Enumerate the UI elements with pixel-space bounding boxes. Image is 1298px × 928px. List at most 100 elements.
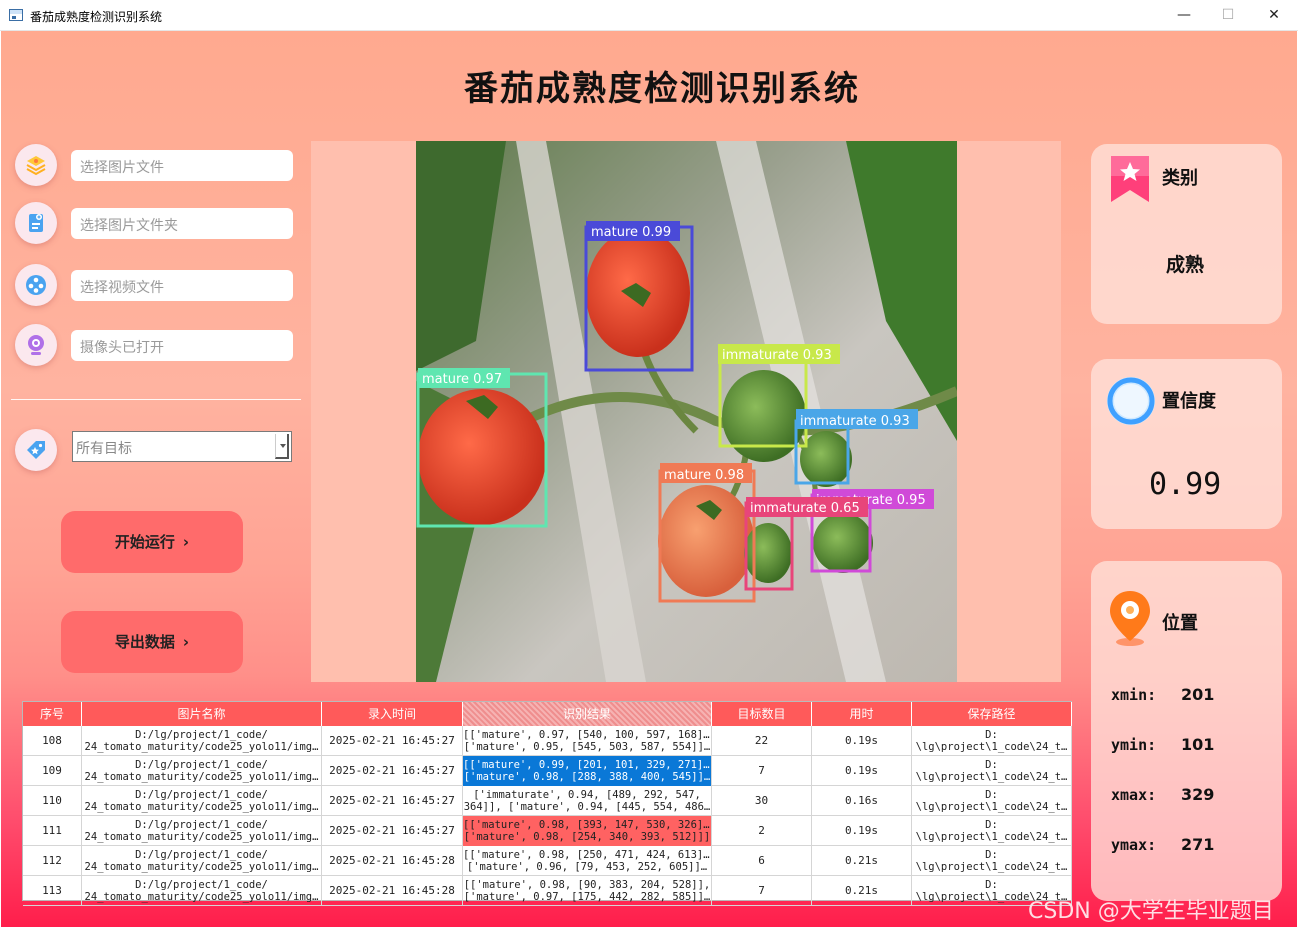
row-image-name[interactable]: D:/lg/project/1_code/24_tomato_maturity/… <box>82 756 322 786</box>
row-count[interactable]: 2 <box>712 816 812 846</box>
row-path[interactable]: D: \lg\project\1_code\24_t… <box>912 846 1072 876</box>
row-result[interactable]: [['mature', 0.99, [201, 101, 329, 271]],… <box>463 756 712 786</box>
close-button[interactable]: ✕ <box>1251 0 1297 30</box>
row-count[interactable]: 30 <box>712 786 812 816</box>
row-path[interactable]: D: \lg\project\1_code\24_t… <box>912 756 1072 786</box>
ymax-value: 271 <box>1181 835 1215 854</box>
row-path[interactable]: D: \lg\project\1_code\24_t… <box>912 726 1072 756</box>
maximize-button[interactable]: ☐ <box>1205 0 1251 30</box>
row-index[interactable]: 108 <box>23 726 82 756</box>
position-label: 位置 <box>1162 613 1198 634</box>
row-count[interactable]: 6 <box>712 846 812 876</box>
row-time[interactable]: 2025-02-21 16:45:27 <box>322 786 463 816</box>
column-header-time[interactable]: 录入时间 <box>322 702 463 726</box>
chevron-down-icon[interactable] <box>275 434 289 459</box>
row-image-name-line2: 24_tomato_maturity/code25_yolo11/img… <box>84 831 319 843</box>
row-path[interactable]: D: \lg\project\1_code\24_t… <box>912 816 1072 846</box>
results-table[interactable]: 序号 图片名称 录入时间 识别结果 目标数目 用时 保存路径 108 D:/lg/… <box>22 701 1072 906</box>
row-result[interactable]: [['mature', 0.98, [393, 147, 530, 326]],… <box>463 816 712 846</box>
row-elapsed[interactable]: 0.19s <box>812 816 912 846</box>
row-index[interactable]: 112 <box>23 846 82 876</box>
folder-icon[interactable] <box>15 202 57 244</box>
table-row[interactable]: 109 D:/lg/project/1_code/24_tomato_maturi… <box>23 756 1072 786</box>
row-time[interactable]: 2025-02-21 16:45:28 <box>322 846 463 876</box>
row-result[interactable]: [['mature', 0.98, [250, 471, 424, 613]],… <box>463 846 712 876</box>
row-image-name-line2: 24_tomato_maturity/code25_yolo11/img… <box>84 861 319 873</box>
det-label-1: mature 0.97 <box>422 372 502 387</box>
row-elapsed[interactable]: 0.21s <box>812 876 912 906</box>
row-count[interactable]: 22 <box>712 726 812 756</box>
row-time[interactable]: 2025-02-21 16:45:28 <box>322 876 463 906</box>
xmax-label: xmax: <box>1111 786 1157 804</box>
row-result[interactable]: [['mature', 0.97, [540, 100, 597, 168]],… <box>463 726 712 756</box>
table-row[interactable]: 111 D:/lg/project/1_code/24_tomato_maturi… <box>23 816 1072 846</box>
row-elapsed[interactable]: 0.21s <box>812 846 912 876</box>
row-image-name[interactable]: D:/lg/project/1_code/24_tomato_maturity/… <box>82 876 322 906</box>
app-window-icon <box>9 9 23 21</box>
column-header-path[interactable]: 保存路径 <box>912 702 1072 726</box>
confidence-value: 0.99 <box>1149 467 1222 502</box>
image-display-area: mature 0.99 mature 0.97 immaturate 0.93 … <box>311 141 1061 682</box>
row-index[interactable]: 111 <box>23 816 82 846</box>
row-result-line2: 364]], ['mature', 0.94, [445, 554, 486… <box>463 801 711 813</box>
column-header-index[interactable]: 序号 <box>23 702 82 726</box>
row-count[interactable]: 7 <box>712 876 812 906</box>
table-header: 序号 图片名称 录入时间 识别结果 目标数目 用时 保存路径 <box>23 702 1072 726</box>
bookmark-star-icon <box>1107 152 1153 210</box>
camera-field[interactable]: 摄像头已打开 <box>71 330 293 361</box>
row-index[interactable]: 110 <box>23 786 82 816</box>
det-label-4: mature 0.98 <box>664 468 744 483</box>
row-index[interactable]: 113 <box>23 876 82 906</box>
folder-field[interactable]: 选择图片文件夹 <box>71 208 293 239</box>
table-row[interactable]: 113 D:/lg/project/1_code/24_tomato_maturi… <box>23 876 1072 906</box>
row-image-name-line1: D:/lg/project/1_code/ <box>135 789 268 801</box>
confidence-card: 置信度 0.99 <box>1091 359 1282 529</box>
image-file-field[interactable]: 选择图片文件 <box>71 150 293 181</box>
row-result-line1: [['mature', 0.99, [201, 101, 329, 271]], <box>463 759 711 771</box>
row-image-name[interactable]: D:/lg/project/1_code/24_tomato_maturity/… <box>82 726 322 756</box>
row-image-name-line2: 24_tomato_maturity/code25_yolo11/img… <box>84 771 319 783</box>
video-icon[interactable] <box>15 264 57 306</box>
det-label-5: immaturate 0.65 <box>750 501 860 516</box>
column-header-result[interactable]: 识别结果 <box>463 702 712 726</box>
run-button-label: 开始运行 <box>114 533 175 551</box>
row-time[interactable]: 2025-02-21 16:45:27 <box>322 726 463 756</box>
row-result-line2: ['mature', 0.98, [288, 388, 400, 545]]… <box>463 771 711 783</box>
row-elapsed[interactable]: 0.16s <box>812 786 912 816</box>
row-image-name-line2: 24_tomato_maturity/code25_yolo11/img… <box>84 741 319 753</box>
row-elapsed[interactable]: 0.19s <box>812 726 912 756</box>
row-image-name[interactable]: D:/lg/project/1_code/24_tomato_maturity/… <box>82 786 322 816</box>
export-button[interactable]: 导出数据 › <box>61 611 243 673</box>
ring-icon <box>1103 373 1159 433</box>
camera-icon[interactable] <box>15 324 57 366</box>
image-file-icon[interactable] <box>15 144 57 186</box>
column-header-elapsed[interactable]: 用时 <box>812 702 912 726</box>
row-result[interactable]: ['immaturate', 0.94, [489, 292, 547, 364]… <box>463 786 712 816</box>
row-time[interactable]: 2025-02-21 16:45:27 <box>322 756 463 786</box>
tag-icon <box>15 429 57 471</box>
row-result-line2: ['mature', 0.96, [79, 453, 252, 605]]… <box>466 861 708 873</box>
category-value: 成熟 <box>1166 254 1205 276</box>
minimize-button[interactable]: — <box>1161 0 1207 30</box>
xmin-value: 201 <box>1181 685 1215 704</box>
row-elapsed[interactable]: 0.19s <box>812 756 912 786</box>
row-image-name-line1: D:/lg/project/1_code/ <box>135 729 268 741</box>
row-image-name[interactable]: D:/lg/project/1_code/24_tomato_maturity/… <box>82 846 322 876</box>
row-result[interactable]: [['mature', 0.98, [90, 383, 204, 528]],[… <box>463 876 712 906</box>
row-time[interactable]: 2025-02-21 16:45:27 <box>322 816 463 846</box>
table-row[interactable]: 110 D:/lg/project/1_code/24_tomato_maturi… <box>23 786 1072 816</box>
video-field[interactable]: 选择视频文件 <box>71 270 293 301</box>
row-count[interactable]: 7 <box>712 756 812 786</box>
run-button[interactable]: 开始运行 › <box>61 511 243 573</box>
app-title: 番茄成熟度检测识别系统 <box>464 69 860 109</box>
row-image-name-line2: 24_tomato_maturity/code25_yolo11/img… <box>84 801 319 813</box>
row-path[interactable]: D: \lg\project\1_code\24_t… <box>912 786 1072 816</box>
row-path-line1: D: <box>985 879 998 891</box>
row-index[interactable]: 109 <box>23 756 82 786</box>
target-select[interactable]: 所有目标 <box>72 431 292 462</box>
column-header-name[interactable]: 图片名称 <box>82 702 322 726</box>
column-header-count[interactable]: 目标数目 <box>712 702 812 726</box>
row-image-name[interactable]: D:/lg/project/1_code/24_tomato_maturity/… <box>82 816 322 846</box>
table-row[interactable]: 112 D:/lg/project/1_code/24_tomato_maturi… <box>23 846 1072 876</box>
table-row[interactable]: 108 D:/lg/project/1_code/24_tomato_maturi… <box>23 726 1072 756</box>
